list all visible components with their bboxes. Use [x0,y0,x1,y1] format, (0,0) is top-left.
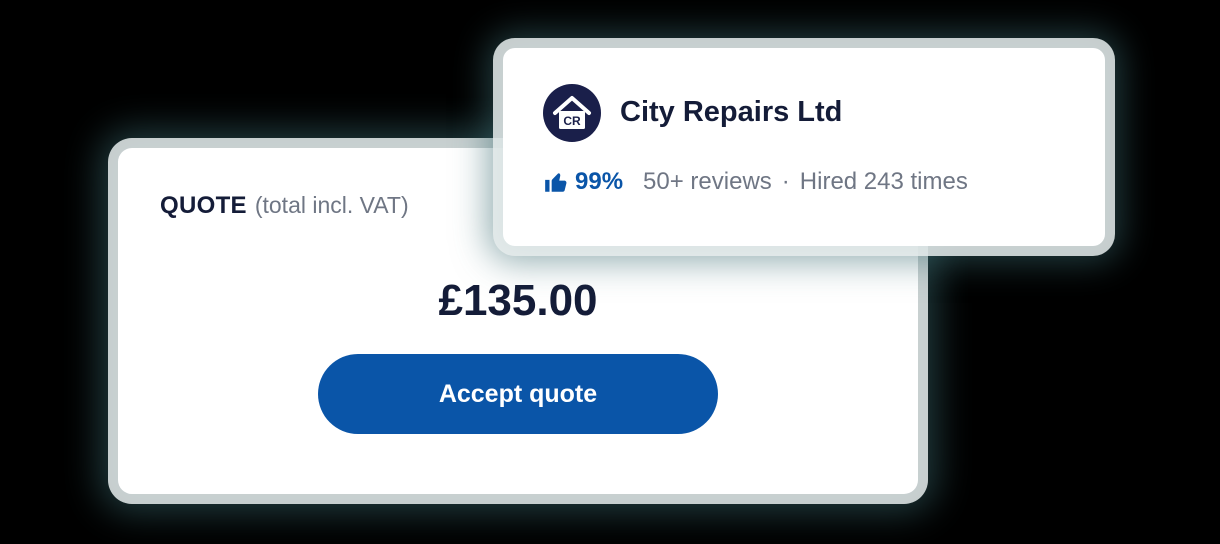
reviews-count: 50+ reviews [643,168,772,195]
company-logo: CR [543,84,601,142]
thumbs-up-icon [545,173,567,192]
hired-count: Hired 243 times [799,168,968,195]
stats-separator: · [781,168,790,195]
company-card: CR City Repairs Ltd 99% 50+ reviews · Hi… [503,48,1105,246]
quote-price: £135.00 [438,276,598,325]
quote-sublabel: (total incl. VAT) [254,192,409,218]
company-name: City Repairs Ltd [620,96,843,128]
company-stats: 99% 50+ reviews · Hired 243 times [543,168,968,196]
quote-label-row: QUOTE (total incl. VAT) [160,192,409,220]
accept-quote-button[interactable]: Accept quote [318,354,718,434]
logo-text: CR [563,114,581,128]
house-logo-icon: CR [553,96,591,129]
quote-label: QUOTE [160,192,247,219]
rating-percent: 99% [575,168,624,195]
